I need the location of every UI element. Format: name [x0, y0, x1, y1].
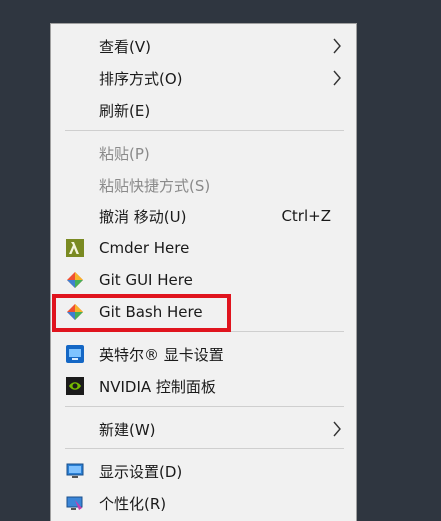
chevron-right-icon	[333, 70, 341, 86]
menu-item-label: 查看(V)	[99, 37, 151, 56]
intel-graphics-icon	[66, 345, 84, 363]
menu-item-paste: 粘贴(P)	[51, 138, 356, 168]
menu-item-label: 刷新(E)	[99, 101, 151, 120]
menu-item-label: Cmder Here	[99, 239, 190, 257]
display-icon	[66, 463, 84, 478]
shortcut-text: Ctrl+Z	[281, 207, 331, 225]
git-diamond-icon	[67, 272, 83, 288]
menu-item-new[interactable]: 新建(W)	[51, 414, 356, 444]
annotation-highlight-box	[52, 294, 231, 332]
chevron-right-icon	[333, 38, 341, 54]
menu-item-label: 新建(W)	[99, 420, 156, 439]
nvidia-icon	[66, 377, 84, 395]
menu-separator	[65, 406, 344, 407]
menu-item-label: 排序方式(O)	[99, 69, 183, 88]
menu-separator	[65, 448, 344, 449]
menu-item-paste-shortcut: 粘贴快捷方式(S)	[51, 170, 356, 200]
desktop-context-menu: 查看(V) 排序方式(O) 刷新(E) 粘贴(P) 粘贴快捷方式(S) 撤消 移…	[50, 23, 357, 521]
menu-item-nvidia[interactable]: NVIDIA 控制面板	[51, 371, 356, 401]
personalize-icon	[66, 496, 83, 510]
cmder-lambda-icon	[66, 239, 84, 257]
menu-separator	[65, 130, 344, 131]
menu-item-undo-move[interactable]: 撤消 移动(U) Ctrl+Z	[51, 201, 356, 231]
menu-item-view[interactable]: 查看(V)	[51, 31, 356, 61]
menu-item-label: 英特尔® 显卡设置	[99, 345, 224, 364]
menu-item-label: 显示设置(D)	[99, 462, 183, 481]
menu-item-refresh[interactable]: 刷新(E)	[51, 95, 356, 125]
menu-item-sort[interactable]: 排序方式(O)	[51, 63, 356, 93]
menu-item-label: Git GUI Here	[99, 271, 193, 289]
menu-item-label: NVIDIA 控制面板	[99, 377, 216, 396]
menu-item-personalize[interactable]: 个性化(R)	[51, 488, 356, 518]
menu-item-cmder-here[interactable]: Cmder Here	[51, 233, 356, 263]
menu-item-label: 撤消 移动(U)	[99, 207, 187, 226]
menu-item-label: 粘贴(P)	[99, 144, 150, 163]
menu-item-label: 粘贴快捷方式(S)	[99, 176, 211, 195]
menu-item-intel-graphics[interactable]: 英特尔® 显卡设置	[51, 339, 356, 369]
menu-item-git-gui-here[interactable]: Git GUI Here	[51, 265, 356, 295]
chevron-right-icon	[333, 421, 341, 437]
menu-item-display-settings[interactable]: 显示设置(D)	[51, 456, 356, 486]
menu-item-label: 个性化(R)	[99, 494, 167, 513]
